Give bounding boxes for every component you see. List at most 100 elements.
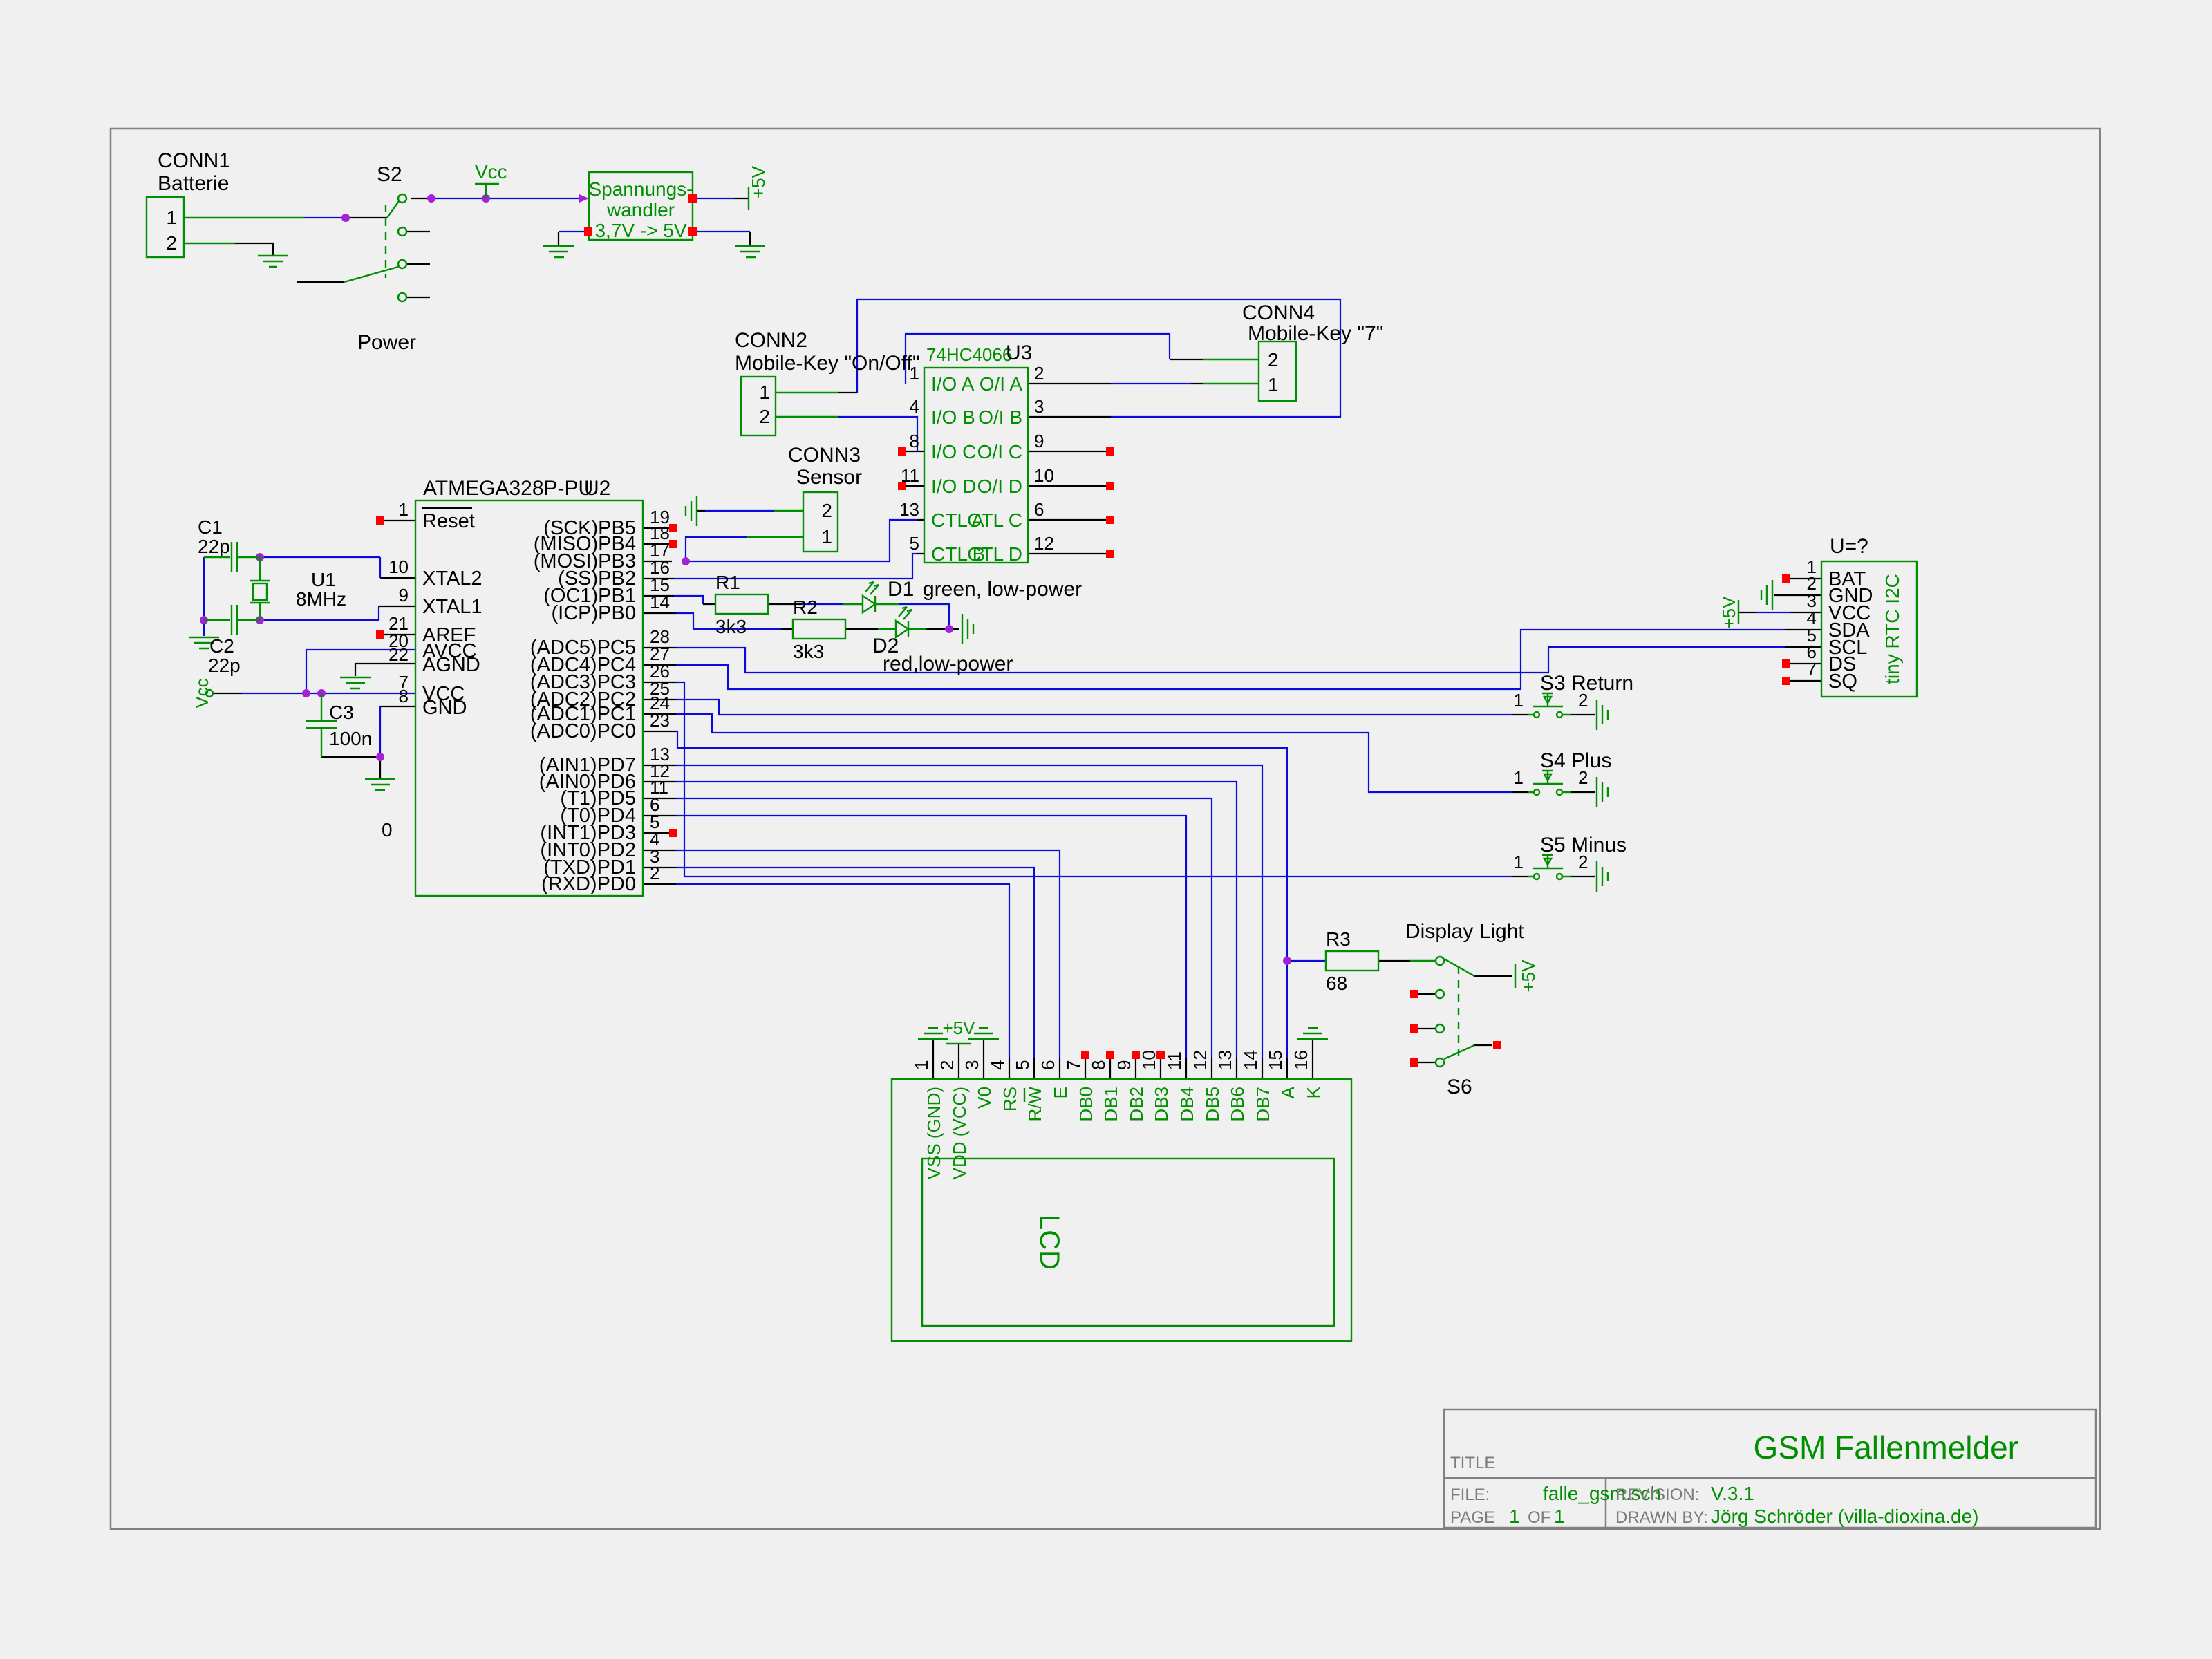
display-light-label: Display Light: [1405, 920, 1524, 943]
lcd-pin-label: K: [1303, 1086, 1324, 1098]
u2-reset-marker: [376, 516, 384, 525]
rtc-plus5v-label: +5V: [1718, 596, 1739, 629]
s6-plus5v-label: +5V: [1518, 959, 1539, 993]
title-block: TITLE GSM Fallenmelder FILE: falle_gsm.s…: [1444, 1409, 2096, 1528]
conn3-name: Sensor: [796, 466, 862, 489]
oscillator-circuit[interactable]: C1 22p C2 22p U1 8MHz: [198, 516, 346, 676]
u3-pin-label: I/O C: [931, 441, 976, 462]
conn3-pin1: 1: [821, 526, 832, 547]
page-title: GSM Fallenmelder: [1754, 1430, 2018, 1465]
r3-refdes: R3: [1326, 928, 1351, 950]
s2-contact-2: [398, 227, 406, 236]
u3-pin-label: I/O A: [931, 373, 975, 395]
lcd-pin-num: 14: [1240, 1050, 1261, 1070]
lcd-pin-num: 11: [1164, 1051, 1185, 1070]
u3-pin-num: 4: [910, 396, 919, 417]
lcd-inner-box: [922, 1159, 1334, 1326]
u3-pin6-marker: [1106, 516, 1114, 524]
conn3-sensor: CONN3 Sensor 2 1: [747, 444, 862, 552]
u2-pin-label: XTAL1: [422, 596, 482, 618]
u3-pin-num: 12: [1034, 533, 1054, 554]
s4-pin1: 1: [1514, 767, 1524, 788]
voltage-converter: Spannungs- wandler 3,7V -> 5V +5V: [584, 165, 769, 241]
r1-resistor[interactable]: [715, 594, 768, 614]
u3-pin-num: 9: [1034, 431, 1044, 451]
u3-device: 74HC4066: [926, 344, 1012, 365]
u3-pin-label: O/I B: [978, 406, 1022, 428]
file-label: FILE:: [1450, 1485, 1490, 1504]
schematic-sheet: CONN1 Batterie 1 2 S2 Power Vcc Spannung…: [0, 0, 2212, 1659]
lcd-pin-label: E: [1050, 1087, 1071, 1098]
u3-pin-num: 2: [1034, 363, 1044, 384]
s6-marker: [1410, 1024, 1418, 1033]
button-s3[interactable]: S3 Return 1 2: [1514, 672, 1634, 718]
conn2-box[interactable]: [741, 377, 776, 435]
u3-pin-num: 3: [1034, 396, 1044, 417]
conn3-box[interactable]: [803, 492, 838, 552]
u2-pin-num: 14: [650, 592, 670, 612]
u2-pin-label: (ICP)PB0: [552, 602, 636, 624]
u2-atmega328p: ATMEGA328P-PU U2 0 1 10 9 21 20 22 7 8 R…: [376, 477, 677, 896]
vcc-top-label: Vcc: [475, 161, 507, 182]
s4-refdes: S4: [1540, 749, 1566, 772]
drawn-by-label: DRAWN BY:: [1615, 1508, 1708, 1527]
s3-pin2: 2: [1578, 690, 1588, 711]
s2-power-switch[interactable]: S2 Power: [344, 163, 416, 354]
u2-pin-label: (RXD)PD0: [541, 873, 636, 895]
u3-pin-num: 1: [910, 363, 919, 384]
u2-device: ATMEGA328P-PU: [423, 477, 593, 500]
converter-gnd-pin-marker: [584, 227, 592, 236]
conn2-mobile-key-onoff: CONN2 Mobile-Key "On/Off" 1 2: [735, 329, 920, 435]
r3-resistor[interactable]: [1326, 951, 1378, 971]
c3-value: 100n: [329, 728, 372, 749]
rtc-refdes: U=?: [1830, 535, 1868, 558]
u3-pin-label: CTL C: [967, 509, 1022, 531]
s3-pin1: 1: [1514, 690, 1524, 711]
lcd-name: LCD: [1034, 1215, 1065, 1270]
lcd-display: LCD +5V 1 2 3 4 5 6 7 8 9 10 11 12 13 14…: [892, 1018, 1351, 1341]
lcd-plus5v-label: +5V: [943, 1018, 976, 1038]
c3-decoupling-cap[interactable]: C3 100n: [306, 693, 372, 757]
conn3-refdes: CONN3: [788, 444, 861, 467]
lcd-pin-num: 6: [1038, 1060, 1058, 1070]
conn4-refdes: CONN4: [1242, 301, 1315, 324]
rtc-pin-label: SQ: [1828, 671, 1857, 693]
u1-crystal: [253, 583, 267, 600]
lcd-pin-label: DB0: [1076, 1087, 1096, 1122]
u3-pin-label: O/I D: [977, 476, 1022, 497]
r2-resistor[interactable]: [793, 619, 845, 639]
u3-pin-num: 5: [910, 533, 919, 554]
lcd-pin-label: VSS (GND): [924, 1087, 944, 1179]
u2-pin-num: 23: [650, 710, 670, 731]
lcd-pin-num: 13: [1215, 1050, 1235, 1070]
s4-pin2: 2: [1578, 767, 1588, 788]
lcd-pin-num: 10: [1138, 1050, 1159, 1070]
u3-pin12-marker: [1106, 550, 1114, 558]
conn3-pin2: 2: [821, 500, 832, 521]
u3-pin-num: 11: [901, 465, 919, 486]
lcd-pin-label: R/W: [1024, 1087, 1045, 1122]
u3-pin8-marker: [898, 447, 906, 456]
u3-pin-label: I/O D: [931, 476, 976, 497]
s6-switch[interactable]: S6: [1410, 957, 1501, 1098]
u3-pin-label: O/I A: [980, 373, 1023, 395]
converter-line2: wandler: [606, 199, 675, 221]
converter-line3: 3,7V -> 5V: [594, 220, 686, 241]
u3-analog-switch: 74HC4066 U3 1 4 8 11 13 5 I/O A I/O B I/…: [898, 341, 1114, 565]
s2-contact-4: [398, 293, 406, 301]
lcd-pin-label: V0: [974, 1087, 995, 1109]
button-s5[interactable]: S5 Minus 1 2: [1514, 834, 1627, 879]
conn1-name: Batterie: [158, 172, 229, 195]
u3-pin10-marker: [1106, 482, 1114, 490]
rtc-sq-marker: [1782, 677, 1790, 685]
lcd-pin-num: 7: [1063, 1060, 1084, 1070]
conn1-box[interactable]: [147, 197, 184, 257]
u2-pin-num: 2: [650, 863, 659, 883]
lcd-pin-label: RS: [1000, 1087, 1020, 1112]
u3-box[interactable]: [924, 368, 1028, 563]
net-arrow: [579, 194, 589, 203]
u2-pin-label: (ADC0)PC0: [530, 720, 636, 742]
lcd-pin-label: DB5: [1202, 1087, 1223, 1122]
c2-capacitor: [204, 605, 260, 635]
lcd-pin-label: DB2: [1126, 1087, 1147, 1122]
